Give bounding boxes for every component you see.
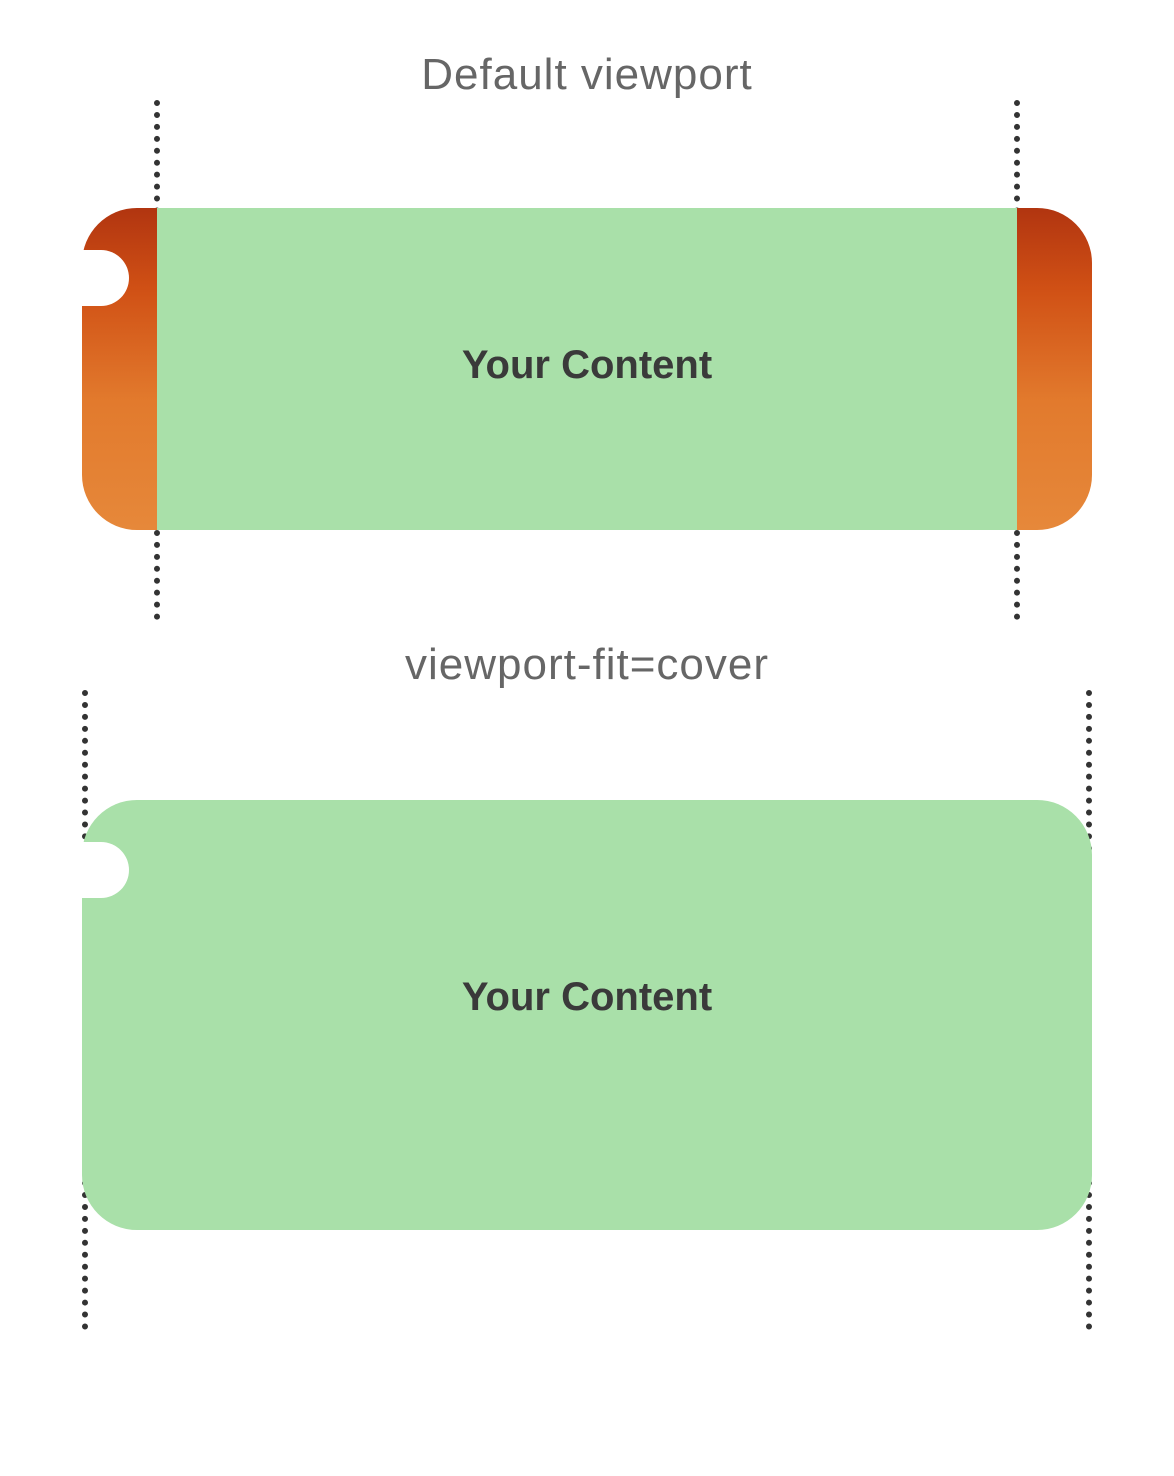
phone-body-cover: Your Content xyxy=(82,800,1092,1230)
default-viewport-section: Default viewport Your Content xyxy=(0,50,1174,620)
viewport-fit-cover-section: viewport-fit=cover Your Content xyxy=(0,640,1174,1330)
phone-notch-icon xyxy=(81,842,129,898)
content-label-cover: Your Content xyxy=(82,975,1092,1020)
phone-illustration-default: Your Content xyxy=(82,100,1092,620)
phone-illustration-cover: Your Content xyxy=(82,690,1092,1330)
phone-notch-icon xyxy=(81,250,129,306)
phone-body-default: Your Content xyxy=(82,208,1092,530)
section1-title: Default viewport xyxy=(0,50,1174,100)
content-area-default: Your Content xyxy=(157,208,1017,530)
section2-title: viewport-fit=cover xyxy=(0,640,1174,690)
content-label-default: Your Content xyxy=(157,343,1017,388)
